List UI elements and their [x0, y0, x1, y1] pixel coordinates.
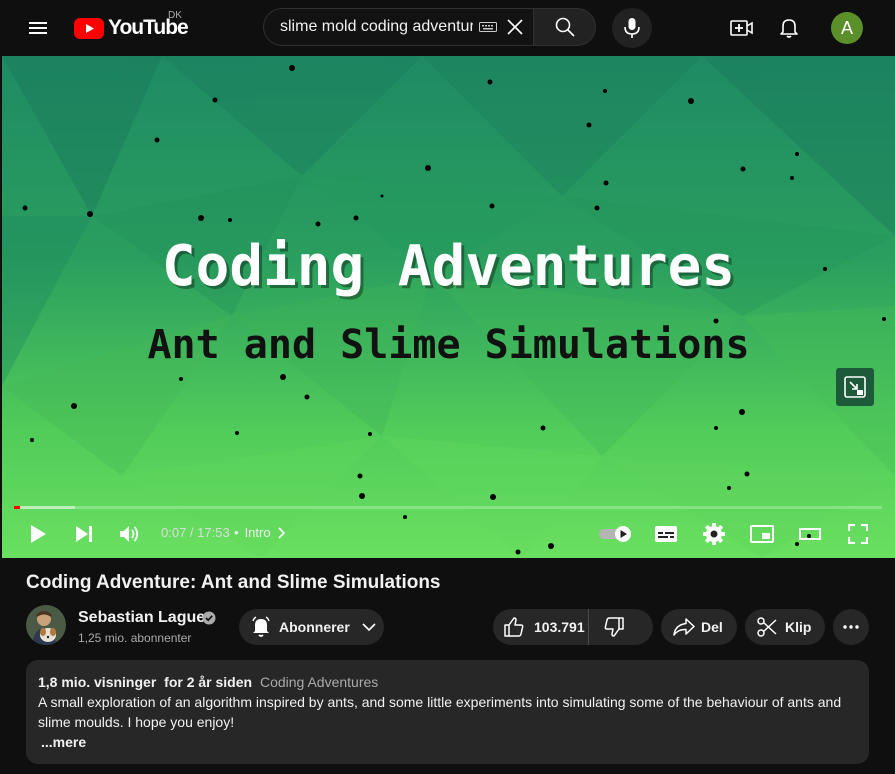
subscribed-label: Abonnerer [279, 619, 350, 635]
video-title: Coding Adventure: Ant and Slime Simulati… [26, 572, 441, 593]
progress-bar[interactable] [14, 506, 882, 509]
thumbs-down-icon [604, 617, 624, 637]
close-icon[interactable] [505, 17, 525, 37]
notifications-button[interactable] [773, 12, 805, 44]
keyboard-icon[interactable] [479, 20, 497, 34]
share-icon [673, 618, 695, 636]
skip-next-icon [76, 526, 92, 542]
description-meta: 1,8 mio. visninger for 2 år siden Coding… [38, 674, 857, 690]
miniplayer-icon [750, 525, 774, 543]
chapter-button[interactable]: • Intro [234, 525, 285, 540]
miniplayer-button[interactable] [744, 518, 780, 550]
video-overlay-title: Coding Adventures [161, 234, 736, 299]
voice-search-button[interactable] [612, 8, 652, 48]
description-text: A small exploration of an algorithm insp… [38, 694, 842, 730]
subscribed-button[interactable]: Abonnerer [239, 609, 384, 645]
video-overlay-subtitle: Ant and Slime Simulations [147, 322, 750, 368]
share-button[interactable]: Del [661, 609, 737, 645]
description-box[interactable]: 1,8 mio. visninger for 2 år siden Coding… [26, 660, 869, 764]
next-button[interactable] [68, 518, 100, 550]
gear-icon [703, 523, 725, 545]
like-count: 103.791 [534, 619, 585, 635]
clip-label: Klip [785, 619, 812, 635]
show-more-button[interactable]: ...mere [41, 734, 857, 750]
video-plus-icon [730, 20, 753, 36]
volume-icon [120, 526, 139, 542]
subscriber-count: 1,25 mio. abonnenter [78, 631, 192, 645]
like-button[interactable]: 103.791 [493, 609, 589, 645]
search-icon [555, 17, 575, 37]
create-button[interactable] [726, 12, 758, 44]
fullscreen-button[interactable] [840, 518, 876, 550]
more-horizontal-icon [843, 625, 859, 629]
hashtag-link[interactable]: Coding Adventures [260, 674, 378, 690]
clip-button[interactable]: Klip [745, 609, 825, 645]
theater-mode-button[interactable] [792, 518, 828, 550]
top-bar: YouTube DK slime mold coding adventure A [0, 0, 895, 56]
hamburger-icon [29, 22, 47, 34]
account-avatar[interactable]: A [831, 12, 863, 44]
progress-played [14, 506, 20, 509]
chapter-label: Intro [244, 525, 271, 540]
autoplay-toggle[interactable] [596, 518, 636, 550]
thumbs-up-icon [504, 617, 524, 637]
pip-arrow-icon [844, 376, 866, 398]
search-button[interactable] [533, 8, 596, 46]
video-frame-background [2, 56, 895, 558]
channel-name[interactable]: Sebastian Lague [78, 609, 205, 627]
subtitles-button[interactable] [648, 518, 684, 550]
fullscreen-icon [848, 524, 868, 544]
verified-badge-icon [202, 611, 216, 625]
upload-age: for 2 år siden [164, 674, 253, 690]
theater-icon [799, 528, 821, 540]
time-display: 0:07 / 17:53 [161, 525, 230, 540]
chevron-down-icon [362, 623, 376, 632]
chapter-dot: • [234, 525, 239, 540]
subtitles-icon [655, 526, 677, 542]
play-icon [31, 525, 46, 543]
settings-button[interactable] [696, 518, 732, 550]
view-count: 1,8 mio. visninger [38, 674, 157, 690]
country-code: DK [168, 10, 182, 21]
microphone-icon [624, 18, 640, 38]
progress-buffer [14, 506, 75, 509]
channel-avatar[interactable] [26, 605, 66, 645]
scissors-icon [757, 617, 777, 637]
mute-button[interactable] [114, 518, 146, 550]
like-dislike-group: 103.791 [493, 609, 653, 645]
play-button[interactable] [22, 518, 54, 550]
dislike-button[interactable] [589, 609, 639, 645]
end-card-button[interactable] [836, 368, 874, 406]
share-label: Del [701, 619, 723, 635]
chevron-right-icon [277, 526, 285, 539]
menu-button[interactable] [22, 12, 54, 44]
bell-filled-icon [252, 616, 270, 637]
channel-avatar-image [26, 605, 66, 645]
search-bar [263, 8, 596, 48]
autoplay-toggle-icon [599, 526, 631, 542]
more-actions-button[interactable] [833, 609, 869, 645]
bell-icon [780, 19, 798, 38]
youtube-play-logo-icon [74, 17, 104, 39]
video-player[interactable]: Coding Adventures Ant and Slime Simulati… [2, 56, 895, 558]
